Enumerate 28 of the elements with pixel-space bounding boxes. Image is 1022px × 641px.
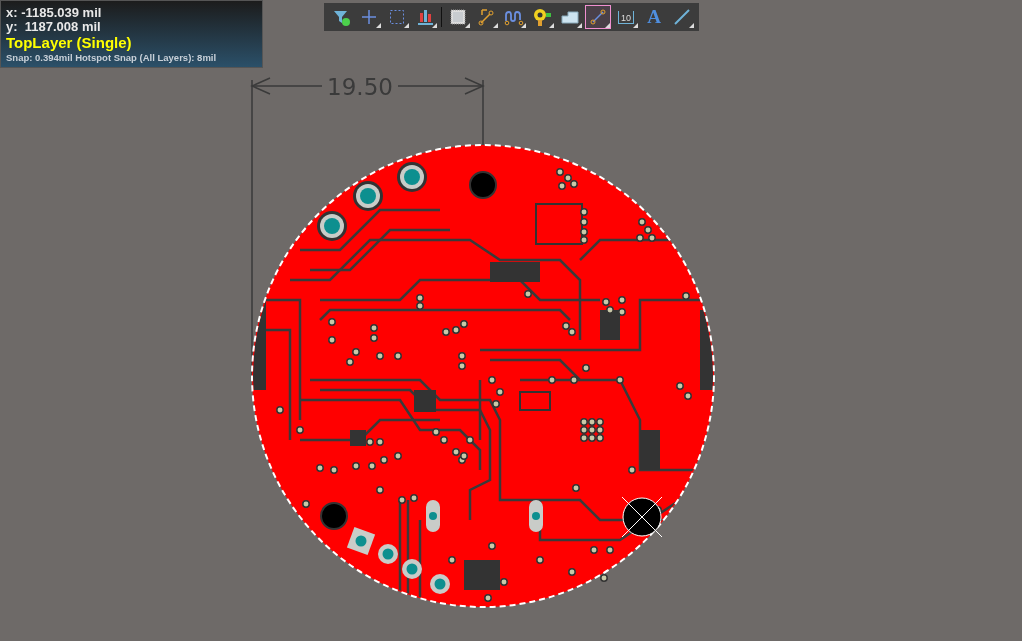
dropdown-arrow-icon [376,23,381,28]
dropdown-arrow-icon [521,23,526,28]
dropdown-arrow-icon [404,23,409,28]
y-coordinate: y: 1187.008 mil [6,20,102,34]
layer-name: TopLayer (Single) [6,34,133,51]
dropdown-arrow-icon [432,23,437,28]
text-icon: A [647,7,661,27]
dropdown-arrow-icon [465,23,470,28]
dropdown-arrow-icon [577,23,582,28]
dropdown-arrow-icon [605,23,610,28]
dropdown-arrow-icon [549,23,554,28]
line-icon [672,7,692,27]
x-coordinate: x: -1185.039 mil [6,6,103,20]
dimension-tool-button[interactable]: 10 [613,5,639,29]
dimension-icon: 10 [618,10,634,24]
dropdown-arrow-icon [633,23,638,28]
pad-icon [532,7,552,27]
dropdown-arrow-icon [493,23,498,28]
snap-info: Snap: 0.394mil Hotspot Snap (All Layers): 8mil [6,51,218,64]
pcb-board-drawing[interactable] [251,144,715,608]
selection-rectangle-icon [387,7,407,27]
diffpair-tool-button[interactable] [585,5,611,29]
route-icon [476,7,496,27]
dropdown-arrow-icon [689,23,694,28]
align-icon [415,7,435,27]
connection-icon [588,7,608,27]
chip-icon [448,7,468,27]
crosshair-icon [359,7,379,27]
